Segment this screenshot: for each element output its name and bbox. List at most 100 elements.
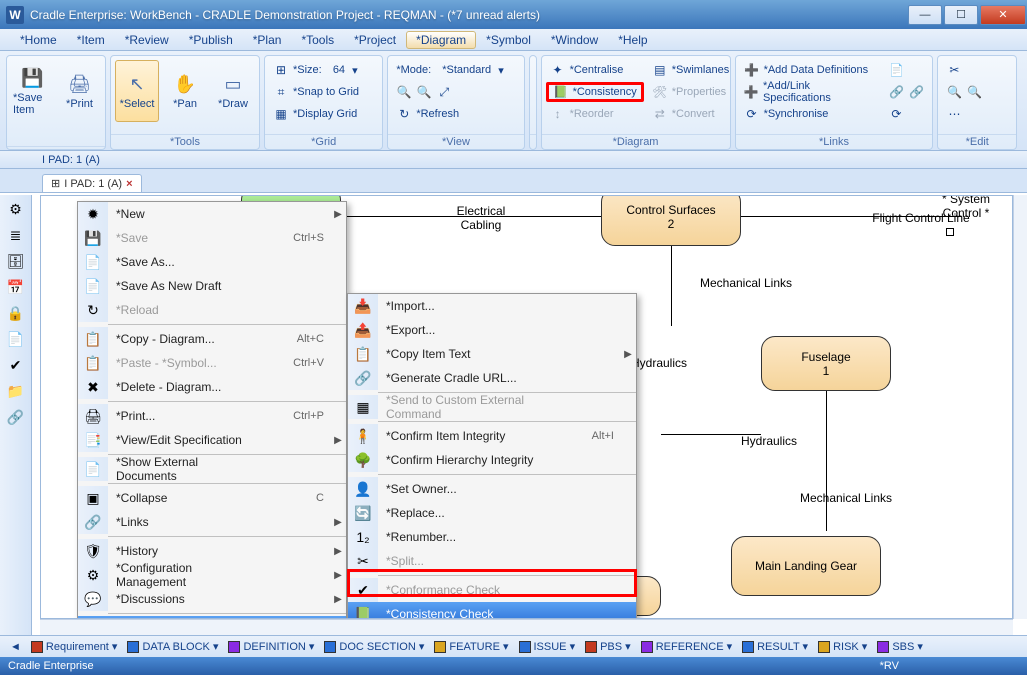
close-button[interactable]: ✕: [980, 5, 1026, 25]
horizontal-scrollbar[interactable]: [40, 619, 1013, 635]
context-menu-main[interactable]: ✹*New▶💾*SaveCtrl+S📄*Save As...📄*Save As …: [77, 201, 347, 619]
link-icon-2[interactable]: 🔗🔗: [884, 82, 928, 102]
rail-calendar-icon[interactable]: 📅: [6, 277, 26, 297]
menu-item-icon: 📤: [348, 318, 378, 342]
snap-to-grid-button[interactable]: ⌗*Snap to Grid: [269, 82, 363, 102]
menu-item-window[interactable]: *Window: [541, 31, 608, 49]
swimlanes-button[interactable]: ▤*Swimlanes: [648, 60, 733, 80]
menu-item[interactable]: ✖*Delete - Diagram...: [78, 375, 346, 399]
menu-item[interactable]: 📄*Show External Documents: [78, 457, 346, 481]
menu-item-symbol[interactable]: *Symbol: [476, 31, 541, 49]
bottom-nav-item[interactable]: RISK ▾: [814, 640, 871, 653]
add-data-definitions-button[interactable]: ➕*Add Data Definitions: [740, 60, 881, 80]
select-tool-button[interactable]: ↖ *Select: [115, 60, 159, 122]
menu-item-plan[interactable]: *Plan: [243, 31, 292, 49]
centralise-button[interactable]: ✦*Centralise: [546, 60, 644, 80]
menu-item-review[interactable]: *Review: [115, 31, 179, 49]
menu-item[interactable]: 💬*Discussions▶: [78, 587, 346, 611]
menu-item-diagram[interactable]: *Diagram: [406, 31, 476, 49]
save-item-button[interactable]: 💾 *Save Item: [11, 60, 54, 122]
grid-size-row[interactable]: ⊞*Size: 64 ▾: [269, 60, 363, 80]
bottom-nav-item[interactable]: DEFINITION ▾: [224, 640, 318, 653]
zoom-row[interactable]: 🔍🔍⤢: [392, 82, 507, 102]
menu-item[interactable]: 📗*Consistency Check: [348, 602, 636, 619]
menu-item[interactable]: 🖨*Print...Ctrl+P: [78, 404, 346, 428]
rail-lock-icon[interactable]: 🔒: [6, 303, 26, 323]
menu-item[interactable]: 👤*Set Owner...: [348, 477, 636, 501]
print-button[interactable]: 🖨 *Print: [58, 60, 101, 122]
menu-item[interactable]: 🔄*Replace...: [348, 501, 636, 525]
draw-tool-button[interactable]: ▭ *Draw: [211, 60, 255, 122]
mode-row[interactable]: *Mode: *Standard ▾: [392, 60, 507, 80]
bottom-nav-item[interactable]: SBS ▾: [873, 640, 927, 653]
menu-item-item[interactable]: *Item: [67, 31, 115, 49]
menu-item[interactable]: 🌳*Confirm Hierarchy Integrity: [348, 448, 636, 472]
tab-close-icon[interactable]: ×: [126, 178, 132, 190]
bottom-nav-item[interactable]: REFERENCE ▾: [637, 640, 736, 653]
menu-item[interactable]: 📄*Save As...: [78, 250, 346, 274]
maximize-button[interactable]: ☐: [944, 5, 978, 25]
menu-item-label: *Confirm Hierarchy Integrity: [378, 453, 560, 467]
bottom-nav-item[interactable]: DATA BLOCK ▾: [123, 640, 222, 653]
bottom-nav-item[interactable]: ISSUE ▾: [515, 640, 580, 653]
menu-item[interactable]: ▣*CollapseC: [78, 486, 346, 510]
edit-more[interactable]: ⋯: [942, 104, 986, 124]
synchronise-button[interactable]: ⟳*Synchronise: [740, 104, 881, 124]
link-icon-3[interactable]: ⟳: [884, 104, 928, 124]
menu-item-tools[interactable]: *Tools: [291, 31, 344, 49]
menu-item-icon: 📑: [78, 428, 108, 452]
menu-item-project[interactable]: *Project: [344, 31, 406, 49]
document-tab[interactable]: ⊞ I PAD: 1 (A) ×: [42, 174, 142, 192]
bottom-nav-item[interactable]: RESULT ▾: [738, 640, 812, 653]
menu-item-home[interactable]: *Home: [10, 31, 67, 49]
menu-item[interactable]: ⚙*Configuration Management▶: [78, 563, 346, 587]
menu-item[interactable]: 🔗*Links▶: [78, 510, 346, 534]
diagram-canvas[interactable]: Electrical Cabling Control Surfaces2 Fli…: [40, 195, 1013, 619]
rail-folder-icon[interactable]: 📁: [6, 381, 26, 401]
zoom-in-icon[interactable]: 🔍: [396, 84, 412, 100]
rail-link-icon[interactable]: 🔗: [6, 407, 26, 427]
menu-item[interactable]: 📑*View/Edit Specification▶: [78, 428, 346, 452]
bottom-nav-item[interactable]: PBS ▾: [581, 640, 635, 653]
consistency-button[interactable]: 📗*Consistency: [546, 82, 644, 102]
vertical-scrollbar[interactable]: [1013, 195, 1027, 619]
find-button[interactable]: 🔍🔍: [942, 82, 986, 102]
bottom-nav-item[interactable]: DOC SECTION ▾: [320, 640, 428, 653]
minimize-button[interactable]: —: [908, 5, 942, 25]
rail-db-icon[interactable]: 🗄: [6, 251, 26, 271]
menu-item[interactable]: 🛡*History▶: [78, 539, 346, 563]
add-link-spec-button[interactable]: ➕*Add/Link Specifications: [740, 82, 881, 102]
rail-doc-icon[interactable]: 📄: [6, 329, 26, 349]
menu-item[interactable]: ✹*New▶: [78, 202, 346, 226]
link-icon-1[interactable]: 📄: [884, 60, 928, 80]
rail-list-icon[interactable]: ≣: [6, 225, 26, 245]
display-grid-button[interactable]: ▦*Display Grid: [269, 104, 363, 124]
zoom-fit-icon[interactable]: ⤢: [436, 84, 452, 100]
bottom-nav-item[interactable]: Requirement ▾: [27, 640, 122, 653]
menu-item-icon: 📋: [78, 327, 108, 351]
diagram-node-fuselage[interactable]: Fuselage1: [761, 336, 891, 391]
nav-arrow-left[interactable]: ◄: [6, 641, 25, 653]
menu-item[interactable]: 1₂*Renumber...: [348, 525, 636, 549]
menu-item[interactable]: 📋*Copy - Diagram...Alt+C: [78, 327, 346, 351]
menu-item-publish[interactable]: *Publish: [179, 31, 243, 49]
rail-check-icon[interactable]: ✔: [6, 355, 26, 375]
bottom-nav-item[interactable]: FEATURE ▾: [430, 640, 512, 653]
refresh-button[interactable]: ↻*Refresh: [392, 104, 507, 124]
diagram-node-main-gear[interactable]: Main Landing Gear: [731, 536, 881, 596]
pan-tool-button[interactable]: ✋ *Pan: [163, 60, 207, 122]
diagram-node-control-surfaces[interactable]: Control Surfaces2: [601, 195, 741, 246]
menu-item[interactable]: 🔗*Generate Cradle URL...: [348, 366, 636, 390]
menu-item[interactable]: 🧍*Confirm Item IntegrityAlt+I: [348, 424, 636, 448]
zoom-out-icon[interactable]: 🔍: [416, 84, 432, 100]
menu-item[interactable]: 📄*Save As New Draft: [78, 274, 346, 298]
menu-item[interactable]: 📤*Export...: [348, 318, 636, 342]
menu-item-icon: 🖨: [78, 404, 108, 428]
rail-gear-icon[interactable]: ⚙: [6, 199, 26, 219]
context-menu-more[interactable]: 📥*Import...📤*Export...📋*Copy Item Text▶🔗…: [347, 293, 637, 619]
menu-item[interactable]: 📥*Import...: [348, 294, 636, 318]
connector-square[interactable]: [946, 228, 954, 236]
cut-button[interactable]: ✂: [942, 60, 986, 80]
menu-item-help[interactable]: *Help: [608, 31, 657, 49]
menu-item[interactable]: 📋*Copy Item Text▶: [348, 342, 636, 366]
